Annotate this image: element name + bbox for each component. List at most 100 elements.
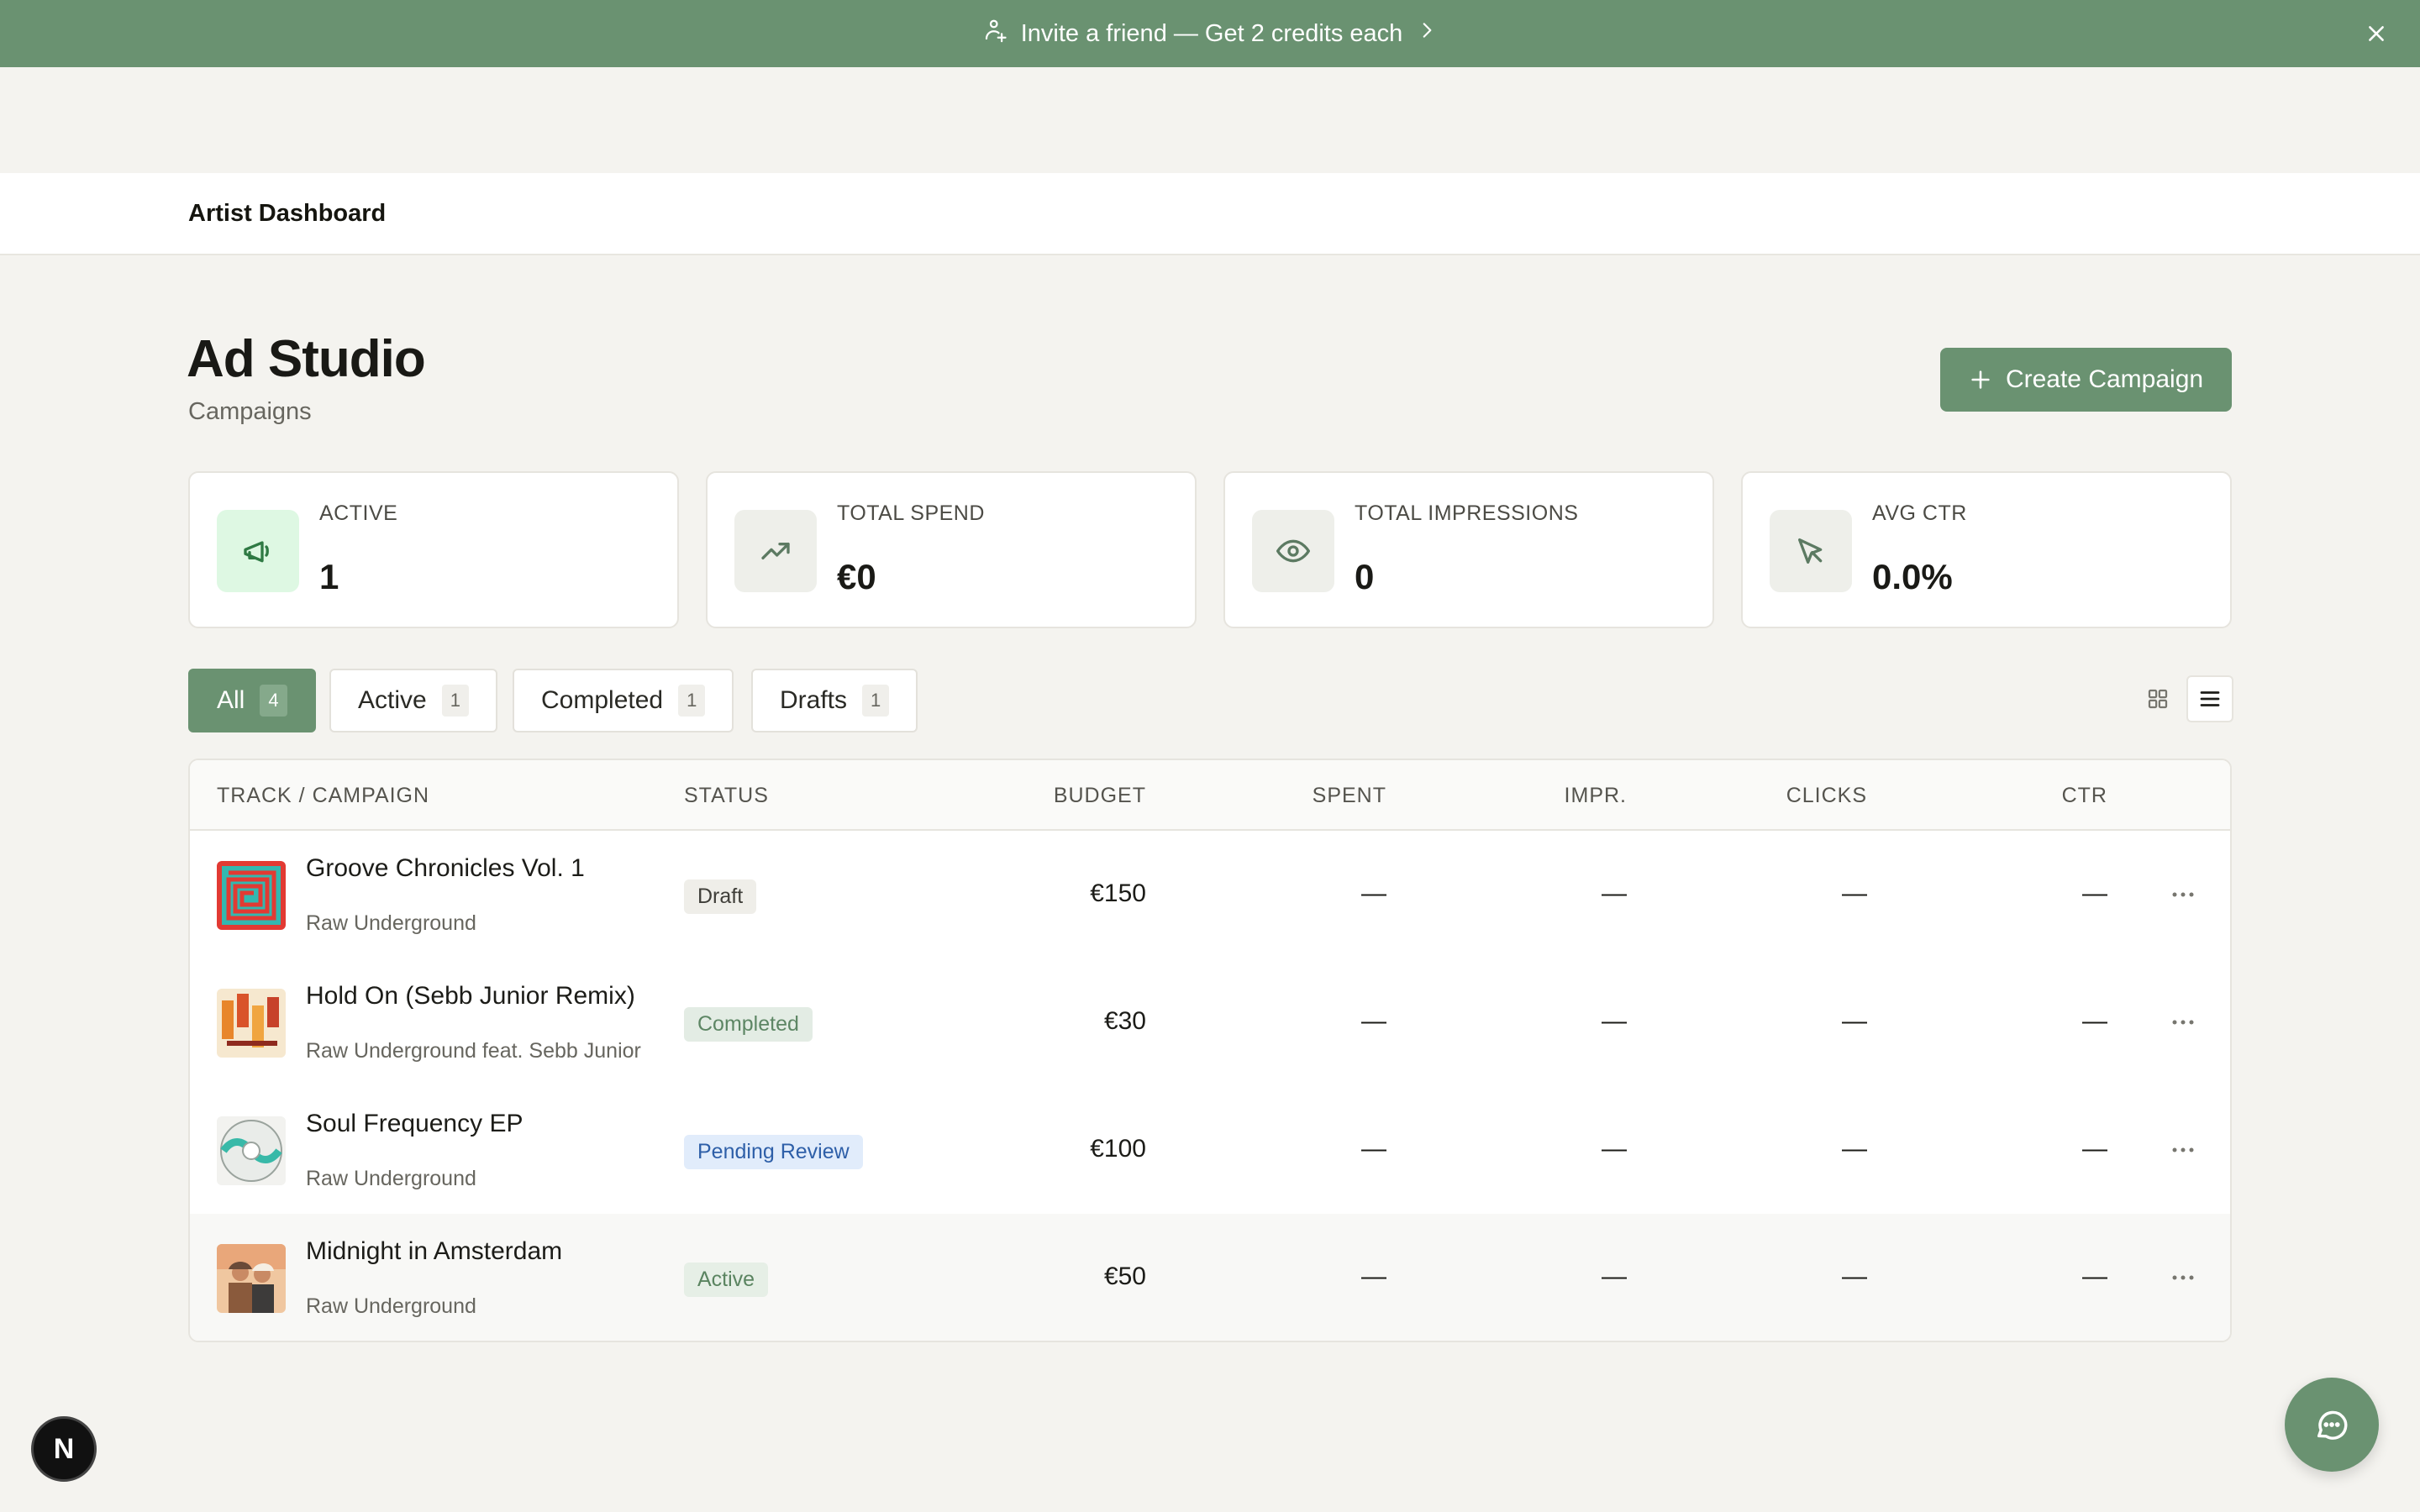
spent-value: —: [1361, 1135, 1386, 1163]
budget-value: €100: [1090, 1135, 1146, 1163]
cover-art-image: [217, 1116, 286, 1185]
table-row[interactable]: Soul Frequency EP Raw Underground Pendin…: [190, 1086, 2230, 1214]
artist-name: Raw Underground: [306, 911, 476, 935]
ctr-value: —: [2082, 879, 2107, 907]
dev-tools-badge[interactable]: N: [31, 1416, 97, 1482]
stat-label: TOTAL SPEND: [837, 501, 985, 525]
col-impr[interactable]: IMPR.: [1565, 784, 1627, 808]
spent-value: —: [1361, 1263, 1386, 1290]
track-title[interactable]: Soul Frequency EP: [306, 1110, 523, 1138]
tab-active[interactable]: Active 1: [329, 669, 497, 732]
artist-name: Raw Underground: [306, 1167, 476, 1190]
stat-value: 1: [319, 557, 339, 596]
col-spent[interactable]: SPENT: [1313, 784, 1386, 808]
list-view-button[interactable]: [2186, 675, 2233, 722]
more-horizontal-icon: [2172, 1147, 2194, 1152]
stat-value: 0.0%: [1872, 557, 1953, 596]
promo-banner[interactable]: Invite a friend — Get 2 credits each: [0, 0, 2420, 67]
cursor-icon: [1770, 510, 1852, 592]
more-horizontal-icon: [2172, 1020, 2194, 1025]
campaigns-table: TRACK / CAMPAIGN STATUS BUDGET SPENT IMP…: [188, 759, 2232, 1342]
brand-link[interactable]: Artist Dashboard: [188, 200, 386, 228]
clicks-value: —: [1842, 1263, 1867, 1290]
budget-value: €150: [1090, 879, 1146, 907]
impr-value: —: [1602, 879, 1627, 907]
plus-icon: [1971, 370, 1990, 389]
chat-icon: [2317, 1410, 2348, 1440]
stat-value: 0: [1355, 557, 1375, 596]
tab-drafts[interactable]: Drafts 1: [751, 669, 918, 732]
more-horizontal-icon: [2172, 892, 2194, 897]
col-status[interactable]: STATUS: [684, 784, 769, 808]
tab-all[interactable]: All 4: [188, 669, 316, 732]
page-subtitle: Campaigns: [188, 398, 312, 425]
col-ctr[interactable]: CTR: [2062, 784, 2107, 808]
budget-value: €30: [1103, 1007, 1146, 1035]
page-title: Ad Studio: [187, 330, 426, 388]
artist-name: Raw Underground feat. Sebb Junior: [306, 1039, 641, 1063]
ctr-value: —: [2082, 1263, 2107, 1290]
create-campaign-button[interactable]: Create Campaign: [1940, 348, 2232, 412]
cover-art-image: [217, 989, 286, 1058]
row-menu-button[interactable]: [2166, 1261, 2200, 1294]
tab-completed[interactable]: Completed 1: [513, 669, 734, 732]
spent-value: —: [1361, 879, 1386, 907]
megaphone-icon: [217, 510, 299, 592]
grid-icon: [2148, 689, 2168, 709]
track-title[interactable]: Midnight in Amsterdam: [306, 1237, 562, 1266]
stat-label: TOTAL IMPRESSIONS: [1355, 501, 1579, 525]
gift-user-icon: [982, 18, 1007, 50]
spent-value: —: [1361, 1007, 1386, 1035]
budget-value: €50: [1103, 1263, 1146, 1290]
tab-label: Active: [358, 686, 427, 714]
grid-view-button[interactable]: [2134, 675, 2181, 722]
chevron-right-icon: [1416, 19, 1438, 48]
status-badge: Active: [684, 1263, 769, 1297]
impr-value: —: [1602, 1135, 1627, 1163]
tab-count: 4: [260, 685, 287, 717]
impr-value: —: [1602, 1263, 1627, 1290]
status-badge: Draft: [684, 879, 757, 914]
row-menu-button[interactable]: [2166, 1133, 2200, 1167]
table-row[interactable]: Midnight in Amsterdam Raw Underground Ac…: [190, 1214, 2230, 1341]
clicks-value: —: [1842, 1007, 1867, 1035]
tab-label: All: [217, 686, 245, 714]
table-row[interactable]: Groove Chronicles Vol. 1 Raw Underground…: [190, 831, 2230, 958]
stat-card-avg-ctr: AVG CTR 0.0%: [1741, 471, 2232, 628]
col-budget[interactable]: BUDGET: [1054, 784, 1146, 808]
col-track[interactable]: TRACK / CAMPAIGN: [217, 784, 429, 808]
row-menu-button[interactable]: [2166, 878, 2200, 911]
impr-value: —: [1602, 1007, 1627, 1035]
tab-count: 1: [862, 685, 890, 717]
view-toggle: [2134, 675, 2233, 726]
artist-name: Raw Underground: [306, 1294, 476, 1318]
row-menu-button[interactable]: [2166, 1005, 2200, 1039]
track-title[interactable]: Groove Chronicles Vol. 1: [306, 854, 585, 883]
cover-art-image: [217, 861, 286, 930]
top-nav: Artist Dashboard: [0, 173, 2420, 255]
ctr-value: —: [2082, 1135, 2107, 1163]
close-icon: [2369, 26, 2384, 41]
stat-value: €0: [837, 557, 876, 596]
more-horizontal-icon: [2172, 1275, 2194, 1280]
chat-button[interactable]: [2285, 1378, 2379, 1472]
tab-count: 1: [678, 685, 706, 717]
col-clicks[interactable]: CLICKS: [1786, 784, 1867, 808]
tab-label: Drafts: [780, 686, 848, 714]
stat-card-total-impressions: TOTAL IMPRESSIONS 0: [1223, 471, 1714, 628]
stat-card-active: ACTIVE 1: [188, 471, 679, 628]
table-row[interactable]: Hold On (Sebb Junior Remix) Raw Undergro…: [190, 958, 2230, 1086]
list-icon: [2200, 691, 2220, 706]
stat-label: AVG CTR: [1872, 501, 1967, 525]
close-banner-button[interactable]: [2361, 18, 2391, 49]
table-header: TRACK / CAMPAIGN STATUS BUDGET SPENT IMP…: [190, 760, 2230, 831]
tab-count: 1: [441, 685, 469, 717]
stat-label: ACTIVE: [319, 501, 398, 525]
banner-text[interactable]: Invite a friend — Get 2 credits each: [1021, 20, 1403, 48]
trending-up-icon: [734, 510, 817, 592]
eye-icon: [1252, 510, 1334, 592]
ctr-value: —: [2082, 1007, 2107, 1035]
track-title[interactable]: Hold On (Sebb Junior Remix): [306, 982, 635, 1011]
tab-label: Completed: [541, 686, 664, 714]
cover-art-image: [217, 1244, 286, 1313]
